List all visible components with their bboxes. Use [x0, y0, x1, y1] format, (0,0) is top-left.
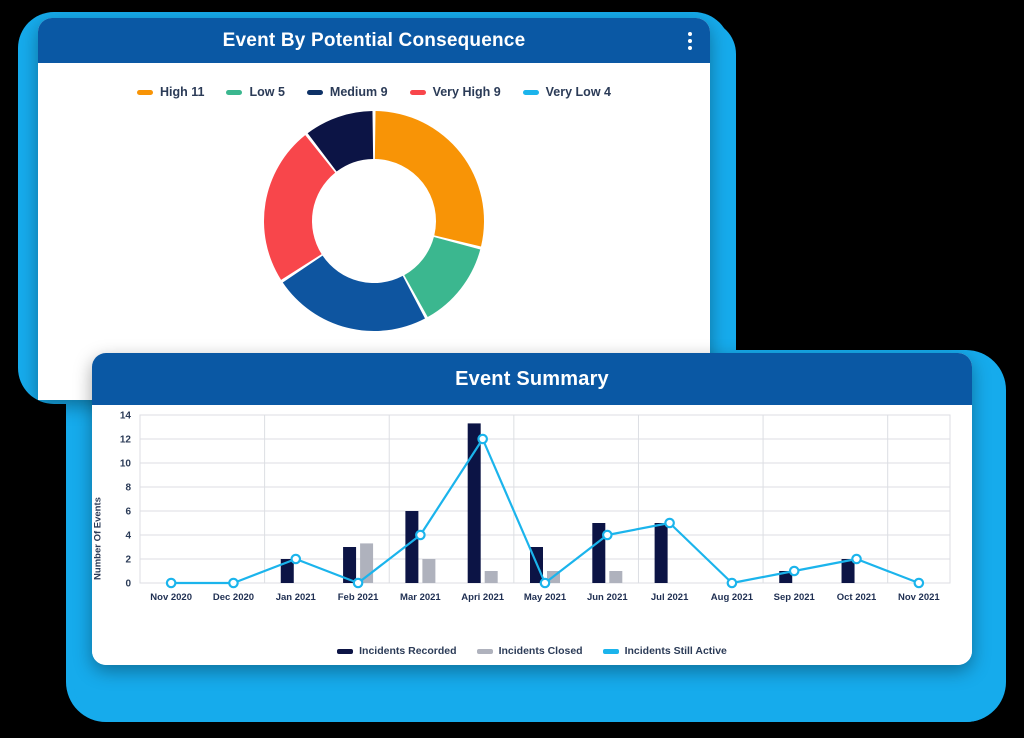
legend-label-very-low: Very Low 4	[545, 85, 611, 99]
donut-slice-medium[interactable]	[282, 255, 425, 331]
kebab-menu-icon[interactable]	[688, 31, 692, 50]
legend-label-very-high: Very High 9	[432, 85, 501, 99]
line-point-incidents-still-active[interactable]	[165, 577, 177, 589]
kebab-dot-2	[688, 38, 692, 43]
line-point-incidents-still-active[interactable]	[602, 529, 613, 541]
bar-incidents-recorded[interactable]	[654, 523, 668, 583]
x-tick-label: Apri 2021	[461, 592, 504, 603]
line-point-incidents-still-active[interactable]	[851, 553, 862, 565]
y-tick-label: 6	[125, 507, 131, 518]
legend-item-low[interactable]: Low 5	[226, 85, 285, 99]
legend-swatch-low	[226, 89, 243, 95]
legend-swatch-incidents-closed	[476, 648, 493, 654]
bar-chart-legend: Incidents Recorded Incidents Closed Inci…	[92, 645, 972, 657]
line-point-incidents-still-active[interactable]	[913, 577, 925, 589]
bar-incidents-closed[interactable]	[609, 571, 623, 583]
legend-item-medium[interactable]: Medium 9	[306, 85, 388, 99]
line-point-incidents-still-active[interactable]	[352, 577, 364, 589]
x-tick-label: Mar 2021	[400, 592, 441, 603]
event-summary-card: Event Summary Number Of Events 0 2 4 6 8 10 12…	[92, 353, 972, 665]
legend-item-very-low[interactable]: Very Low 4	[522, 85, 611, 99]
legend-label-incidents-still-active: Incidents Still Active	[624, 645, 727, 657]
legend-label-low: Low 5	[249, 85, 285, 99]
event-by-potential-consequence-card: Event By Potential Consequence High 11 L…	[38, 18, 710, 400]
event-summary-chart[interactable]: 0 2 4 6 8 10 12 14 Nov 2020 Dec 2020 Jan 2021 Feb 2…	[92, 405, 972, 617]
x-tick-label: Feb 2021	[338, 592, 379, 603]
x-tick-label: Nov 2021	[898, 592, 940, 603]
legend-swatch-high	[137, 89, 154, 95]
x-tick-label: Oct 2021	[837, 592, 877, 603]
legend-swatch-medium	[306, 89, 323, 95]
legend-swatch-incidents-still-active	[602, 648, 619, 654]
y-tick-label: 10	[120, 459, 132, 470]
y-tick-label: 2	[125, 555, 131, 566]
page-title: Event By Potential Consequence	[222, 29, 526, 51]
x-tick-label: Nov 2020	[150, 592, 192, 603]
legend-item-incidents-recorded[interactable]: Incidents Recorded	[337, 645, 457, 657]
line-point-incidents-still-active[interactable]	[228, 577, 239, 589]
x-tick-label: Jan 2021	[276, 592, 317, 603]
y-tick-label: 14	[120, 411, 132, 422]
summary-title: Event Summary	[455, 367, 609, 390]
summary-chart-body: Number Of Events 0 2 4 6 8 10 12 14 Nov 2020 Dec …	[92, 405, 972, 665]
summary-card-header: Event Summary	[92, 353, 972, 405]
x-tick-label: Dec 2020	[213, 592, 254, 603]
line-point-incidents-still-active[interactable]	[539, 577, 551, 589]
legend-label-incidents-recorded: Incidents Recorded	[359, 645, 457, 657]
legend-label-incidents-closed: Incidents Closed	[498, 645, 583, 657]
bar-incidents-closed[interactable]	[422, 559, 436, 583]
x-tick-label: Aug 2021	[711, 592, 754, 603]
bar-incidents-recorded[interactable]	[405, 511, 419, 583]
legend-label-medium: Medium 9	[329, 85, 388, 99]
line-point-incidents-still-active[interactable]	[664, 517, 675, 529]
x-tick-label: Jul 2021	[651, 592, 689, 603]
donut-slice-very-high[interactable]	[264, 135, 336, 280]
y-tick-label: 0	[125, 579, 131, 590]
y-tick-label: 8	[125, 483, 131, 494]
y-axis-label: Number Of Events	[92, 497, 104, 580]
y-tick-label: 4	[125, 531, 131, 542]
donut-legend: High 11 Low 5 Medium 9 Very High 9 Very …	[38, 85, 710, 99]
y-tick-label: 12	[120, 435, 132, 446]
consequence-card-header: Event By Potential Consequence	[38, 18, 710, 63]
legend-item-incidents-still-active[interactable]: Incidents Still Active	[602, 645, 727, 657]
legend-swatch-incidents-recorded	[337, 648, 354, 654]
legend-item-very-high[interactable]: Very High 9	[409, 85, 501, 99]
donut-slice-high[interactable]	[374, 111, 484, 247]
legend-label-high: High 11	[160, 85, 205, 99]
legend-swatch-very-high	[409, 89, 426, 95]
line-point-incidents-still-active[interactable]	[290, 553, 302, 565]
line-point-incidents-still-active[interactable]	[726, 577, 738, 589]
legend-item-high[interactable]: High 11	[137, 85, 204, 99]
kebab-dot-3	[688, 45, 692, 50]
donut-chart-wrapper	[38, 105, 710, 337]
kebab-dot-1	[688, 31, 692, 36]
legend-item-incidents-closed[interactable]: Incidents Closed	[476, 645, 583, 657]
line-point-incidents-still-active[interactable]	[788, 565, 800, 577]
bar-incidents-closed[interactable]	[484, 571, 498, 583]
line-point-incidents-still-active[interactable]	[415, 529, 426, 541]
dashboard-stage: Event By Potential Consequence High 11 L…	[0, 0, 1024, 738]
line-point-incidents-still-active[interactable]	[477, 433, 488, 445]
x-tick-label: Sep 2021	[774, 592, 816, 603]
x-tick-label: Jun 2021	[587, 592, 628, 603]
x-tick-label: May 2021	[524, 592, 567, 603]
donut-chart[interactable]	[259, 105, 489, 337]
plot-frame	[139, 414, 951, 584]
bar-incidents-recorded[interactable]	[467, 423, 481, 583]
legend-swatch-very-low	[522, 89, 539, 95]
